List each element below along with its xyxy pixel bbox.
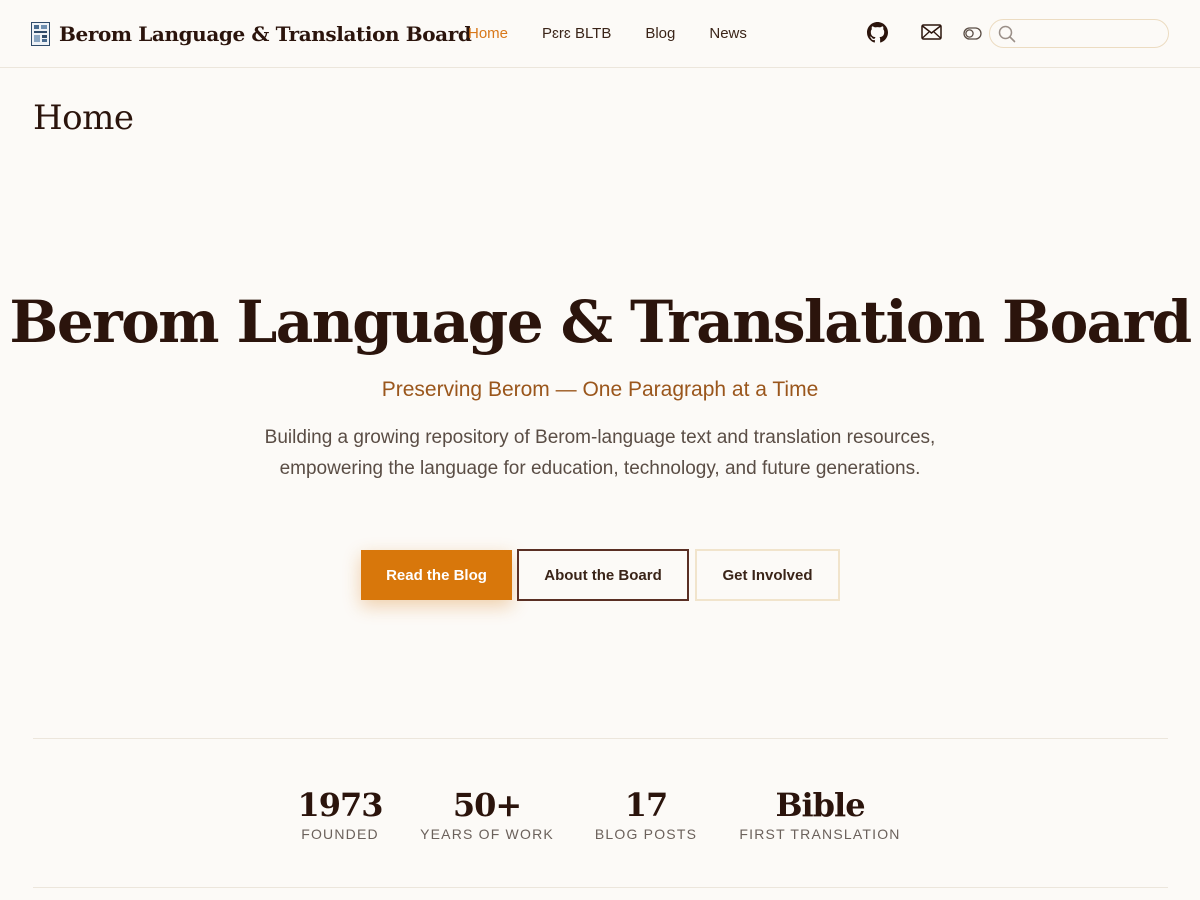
theme-toggle[interactable]: [962, 26, 982, 40]
stat-label: YEARS OF WORK: [420, 826, 554, 842]
stat-first-translation: Bible FIRST TRANSLATION: [730, 785, 910, 842]
hero-title: Berom Language & Translation Board: [9, 288, 1192, 356]
get-involved-button[interactable]: Get Involved: [695, 549, 840, 601]
stat-label: BLOG POSTS: [594, 826, 698, 842]
email-link[interactable]: [920, 22, 942, 42]
github-icon: [866, 21, 888, 42]
site-brand-link[interactable]: Berom Language & Translation Board: [31, 20, 472, 48]
github-link[interactable]: [866, 21, 888, 43]
stat-value: Bible: [775, 786, 865, 824]
stat-value: 17: [624, 786, 669, 824]
hero-description: Building a growing repository of Berom-l…: [264, 427, 936, 479]
nav-item-blog[interactable]: Blog: [645, 24, 675, 44]
divider: [33, 887, 1168, 888]
stat-years: 50+ YEARS OF WORK: [412, 785, 562, 842]
board-logo-icon: [31, 22, 50, 46]
divider: [33, 738, 1168, 739]
nav-item-home[interactable]: Home: [468, 24, 508, 44]
stat-founded: 1973 FOUNDED: [290, 785, 390, 842]
main-nav: Home Pɛrɛ BLTB Blog News: [468, 24, 781, 44]
top-navigation-bar: Berom Language & Translation Board Home …: [0, 0, 1200, 68]
mail-icon: [920, 24, 942, 40]
stat-value: 50+: [452, 786, 522, 824]
stat-label: FIRST TRANSLATION: [739, 826, 901, 842]
theme-toggle-icon: [962, 26, 982, 40]
stat-label: FOUNDED: [301, 826, 379, 842]
nav-item-pere-bltb[interactable]: Pɛrɛ BLTB: [542, 24, 611, 44]
search-input[interactable]: [1020, 21, 1160, 46]
hero-subtitle: Preserving Berom — One Paragraph at a Ti…: [381, 378, 819, 401]
stat-value: 1973: [297, 786, 383, 824]
nav-item-news[interactable]: News: [709, 24, 747, 44]
page-title: Home: [33, 98, 134, 138]
about-board-button[interactable]: About the Board: [517, 549, 689, 601]
search-icon: [998, 25, 1016, 42]
search-box: [989, 19, 1169, 48]
site-title: Berom Language & Translation Board: [59, 22, 472, 46]
stat-blog-posts: 17 BLOG POSTS: [586, 785, 706, 842]
read-blog-button[interactable]: Read the Blog: [361, 550, 512, 600]
